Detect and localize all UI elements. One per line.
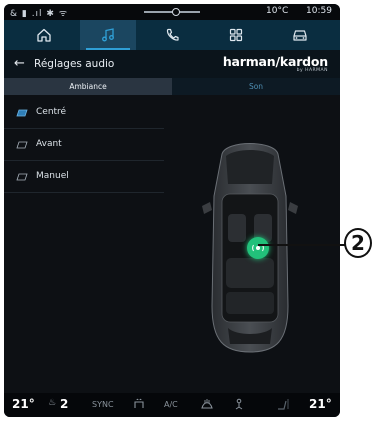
- option-manuel[interactable]: Manuel: [4, 162, 164, 193]
- temp-left[interactable]: 21°: [12, 397, 35, 411]
- rear-defrost-icon[interactable]: [132, 397, 146, 411]
- seat-position-icon: [16, 109, 28, 117]
- brand-logo-sub: by HARMAN: [296, 68, 328, 73]
- option-label: Centré: [36, 107, 67, 117]
- tab-ambiance-label: Ambiance: [69, 82, 107, 91]
- sync-button[interactable]: SYNC: [92, 400, 114, 409]
- tab-ambiance[interactable]: Ambiance: [4, 78, 180, 95]
- option-avant[interactable]: Avant: [4, 130, 164, 161]
- tab-son[interactable]: Son: [172, 78, 340, 95]
- home-icon: [37, 28, 51, 42]
- outside-temperature: 10°C: [266, 6, 289, 16]
- option-label: Manuel: [36, 171, 69, 181]
- seat-position-icon: [16, 173, 28, 181]
- sub-tabs: Ambiance Son: [4, 78, 340, 95]
- seat-heat-right-icon[interactable]: [274, 397, 290, 411]
- back-button[interactable]: ←: [14, 56, 25, 71]
- infotainment-screen: & ▮ .ıl ✱ ᯤ 10°C 10:59 ← Réglages audio …: [4, 4, 340, 417]
- option-label: Avant: [36, 139, 62, 149]
- phone-icon: [166, 28, 179, 41]
- page-title: Réglages audio: [34, 58, 115, 70]
- sound-position-marker[interactable]: [247, 237, 269, 259]
- seat-heat-left-level: 2: [60, 397, 69, 411]
- tab-vehicle[interactable]: [272, 20, 328, 50]
- tab-apps[interactable]: [208, 20, 264, 50]
- top-nav: [4, 20, 340, 50]
- seat-position-icon: [16, 141, 28, 149]
- volume-slider-handle[interactable]: [172, 8, 180, 16]
- climate-bar: 21° ♨ 2 SYNC A/C 21°: [4, 393, 340, 417]
- seat-heat-left-icon[interactable]: ♨: [48, 398, 56, 408]
- status-bar: & ▮ .ıl ✱ ᯤ 10°C 10:59: [4, 4, 340, 20]
- music-icon: [102, 28, 114, 42]
- tab-music[interactable]: [80, 20, 136, 50]
- tab-phone[interactable]: [144, 20, 200, 50]
- callout-number: 2: [344, 228, 372, 258]
- sound-position-icon: [252, 244, 264, 252]
- clock: 10:59: [306, 6, 332, 16]
- car-icon: [293, 30, 307, 41]
- brand-logo: harman/kardon: [222, 54, 328, 69]
- tab-home[interactable]: [16, 20, 72, 50]
- apps-grid-icon: [229, 28, 243, 42]
- ac-button[interactable]: A/C: [164, 400, 178, 409]
- option-centre[interactable]: Centré: [4, 98, 164, 129]
- air-distribution-icon[interactable]: [232, 397, 246, 411]
- page-header: ← Réglages audio harman/kardon by HARMAN: [4, 50, 340, 78]
- tab-son-label: Son: [248, 82, 264, 91]
- temp-right[interactable]: 21°: [309, 397, 332, 411]
- front-defrost-icon[interactable]: [200, 397, 214, 411]
- status-icons: & ▮ .ıl ✱ ᯤ: [10, 9, 69, 19]
- callout-leader-line: [258, 244, 346, 246]
